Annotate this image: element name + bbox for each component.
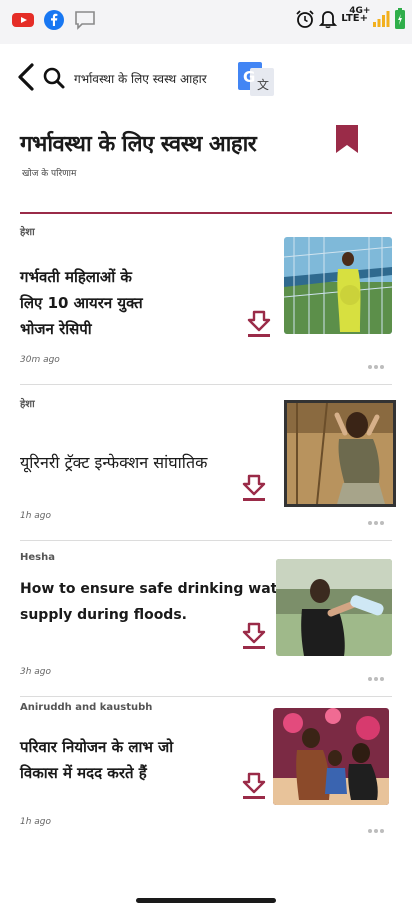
search-icon[interactable] [42, 66, 66, 90]
back-arrow-icon[interactable] [14, 62, 40, 92]
bookmark-icon[interactable] [335, 124, 359, 154]
headline-line: How to ensure safe drinking water [20, 581, 294, 597]
more-options-icon[interactable] [367, 667, 385, 681]
article-author: हेशा [20, 227, 35, 238]
bell-icon [319, 9, 338, 29]
article-author: Hesha [20, 552, 55, 563]
headline-line: गर्भवती महिलाओं के [20, 268, 132, 286]
title-divider [20, 212, 392, 214]
article-time: 3h ago [20, 667, 52, 677]
more-options-icon[interactable] [367, 511, 385, 525]
row-divider [20, 540, 392, 541]
youtube-icon [12, 12, 34, 28]
article-headline[interactable]: परिवार नियोजन के लाभ जो विकास में मदद कर… [20, 734, 173, 786]
article-thumbnail[interactable] [276, 559, 392, 656]
article-thumbnail[interactable] [284, 237, 392, 334]
more-options-icon[interactable] [367, 355, 385, 369]
article-author: Aniruddh and kaustubh [20, 702, 153, 713]
download-icon[interactable] [247, 310, 271, 338]
download-icon[interactable] [242, 622, 266, 650]
home-indicator[interactable] [136, 898, 276, 903]
page-subtitle: खोज के परिणाम [22, 169, 77, 179]
article-thumbnail[interactable] [273, 708, 389, 805]
headline-line: विकास में मदद करते हैं [20, 764, 147, 782]
page-title: गर्भावस्था के लिए स्वस्थ आहार [20, 132, 257, 157]
article-card[interactable]: Hesha How to ensure safe drinking water … [0, 550, 412, 696]
search-query-text[interactable]: गर्भावस्था के लिए स्वस्थ आहार [74, 70, 207, 87]
message-icon [74, 10, 96, 30]
svg-text:文: 文 [257, 77, 269, 92]
battery-icon [394, 8, 406, 30]
headline-line: यूरिनरी ट्रॅक्ट इन्फेक्शन सांघातिक [20, 453, 208, 472]
network-indicator: 4G+ LTE+ [341, 7, 370, 24]
article-card[interactable]: हेशा यूरिनरी ट्रॅक्ट इन्फेक्शन सांघातिक … [0, 394, 412, 540]
download-icon[interactable] [242, 772, 266, 800]
download-icon[interactable] [242, 474, 266, 502]
headline-line: परिवार नियोजन के लाभ जो [20, 738, 174, 756]
article-time: 1h ago [20, 511, 52, 521]
translate-icon[interactable]: G 文 [238, 62, 274, 96]
headline-line: भोजन रेसिपी [20, 320, 92, 338]
row-divider [20, 696, 392, 697]
top-bar: गर्भावस्था के लिए स्वस्थ आहार G 文 [0, 44, 412, 114]
article-card[interactable]: हेशा गर्भवती महिलाओं के लिए 10 आयरन युक्… [0, 222, 412, 384]
article-author: हेशा [20, 399, 35, 410]
status-bar: 4G+ LTE+ [0, 0, 412, 44]
article-headline[interactable]: यूरिनरी ट्रॅक्ट इन्फेक्शन सांघातिक [20, 450, 207, 476]
facebook-icon [44, 10, 64, 30]
svg-text:G: G [243, 68, 255, 86]
alarm-icon [295, 9, 315, 29]
article-time: 30m ago [20, 355, 60, 365]
more-options-icon[interactable] [367, 819, 385, 833]
signal-icon [372, 10, 390, 28]
row-divider [20, 384, 392, 385]
network-generation: 4G+ [349, 6, 371, 16]
article-card[interactable]: Aniruddh and kaustubh परिवार नियोजन के ल… [0, 700, 412, 850]
article-headline[interactable]: गर्भवती महिलाओं के लिए 10 आयरन युक्त भोज… [20, 264, 143, 342]
headline-line: लिए 10 आयरन युक्त [20, 294, 143, 312]
article-time: 1h ago [20, 817, 52, 827]
article-thumbnail[interactable] [284, 400, 396, 507]
article-headline[interactable]: How to ensure safe drinking water supply… [20, 576, 294, 628]
